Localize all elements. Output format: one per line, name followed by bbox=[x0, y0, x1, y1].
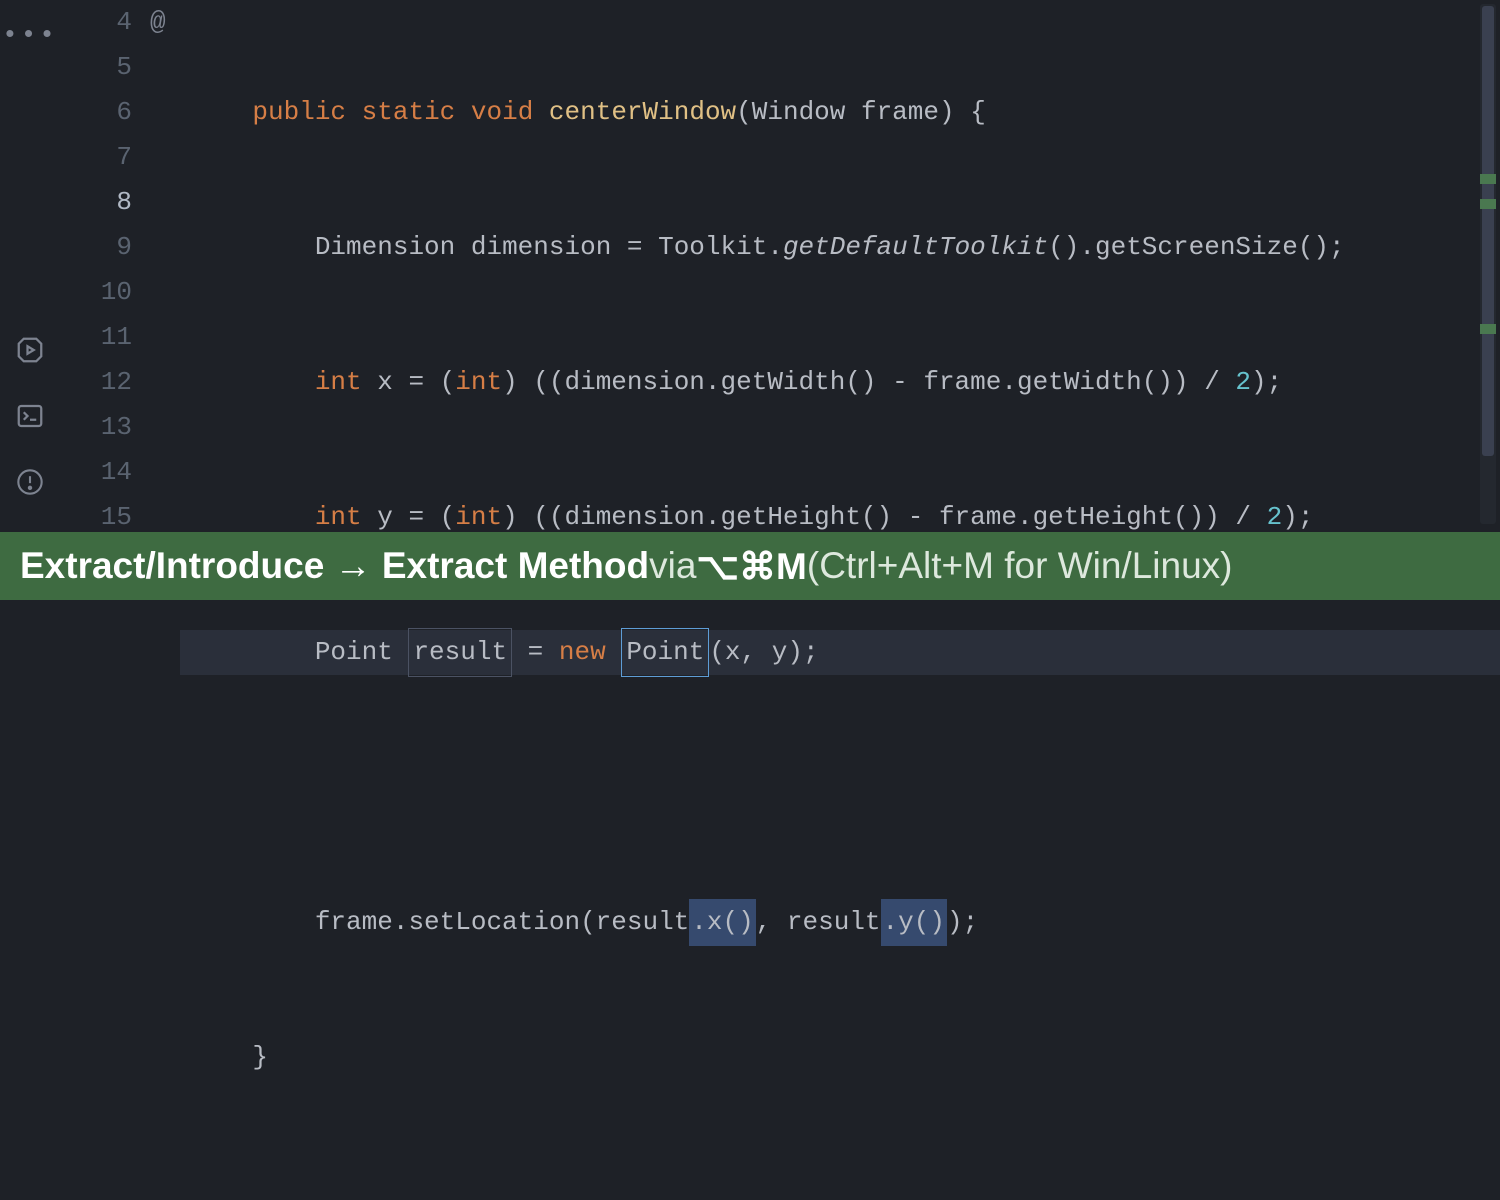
keyword-void: void bbox=[471, 90, 533, 135]
line-number: 11 bbox=[60, 315, 132, 360]
line-number: 9 bbox=[60, 225, 132, 270]
line-number: 6 bbox=[60, 90, 132, 135]
keyword-static: static bbox=[362, 90, 456, 135]
line-number: 14 bbox=[60, 450, 132, 495]
scroll-marker[interactable] bbox=[1480, 174, 1496, 184]
line-number-current: 8 bbox=[60, 180, 132, 225]
line-number: 4 bbox=[60, 0, 132, 45]
code-line[interactable]: public static void centerWindow(Window f… bbox=[180, 90, 1500, 135]
usage-highlight: .x() bbox=[689, 899, 755, 946]
left-gutter: ••• bbox=[0, 0, 60, 530]
code-line-empty[interactable] bbox=[180, 1170, 1500, 1200]
line-number: 5 bbox=[60, 45, 132, 90]
annotations: @ bbox=[150, 0, 180, 530]
line-number: 12 bbox=[60, 360, 132, 405]
line-numbers: 4 5 6 7 8 9 10 11 12 13 14 15 bbox=[60, 0, 150, 530]
code-area[interactable]: public static void centerWindow(Window f… bbox=[180, 0, 1500, 530]
code-line[interactable]: frame.setLocation(result.x(), result.y()… bbox=[180, 900, 1500, 945]
banner-shortcut: ⌥⌘M bbox=[696, 545, 806, 588]
editor-container: ••• 4 5 6 7 8 9 10 11 12 13 14 15 @ publ bbox=[0, 0, 1500, 530]
italic-call: getDefaultToolkit bbox=[783, 225, 1048, 270]
line-number: 10 bbox=[60, 270, 132, 315]
boxed-variable: result bbox=[408, 628, 512, 677]
keyword-public: public bbox=[252, 90, 346, 135]
banner-action: Extract/Introduce → Extract Method bbox=[20, 545, 649, 587]
scrollbar[interactable] bbox=[1480, 4, 1496, 524]
tip-banner: Extract/Introduce → Extract Method via ⌥… bbox=[0, 532, 1500, 600]
boxed-type-cursor: Point bbox=[621, 628, 709, 677]
method-name: centerWindow bbox=[549, 90, 736, 135]
code-line[interactable]: Dimension dimension = Toolkit.getDefault… bbox=[180, 225, 1500, 270]
scroll-marker[interactable] bbox=[1480, 199, 1496, 209]
usage-highlight: .y() bbox=[881, 899, 947, 946]
line-number: 13 bbox=[60, 405, 132, 450]
banner-text: (Ctrl+Alt+M for Win/Linux) bbox=[807, 545, 1233, 587]
code-line[interactable]: int x = (int) ((dimension.getWidth() - f… bbox=[180, 360, 1500, 405]
terminal-icon[interactable] bbox=[12, 398, 48, 434]
banner-text: via bbox=[649, 545, 696, 587]
code-line-current[interactable]: Point result = new Point(x, y); bbox=[180, 630, 1500, 675]
problems-icon[interactable] bbox=[12, 464, 48, 500]
code-line[interactable]: } bbox=[180, 1035, 1500, 1080]
scroll-marker[interactable] bbox=[1480, 324, 1496, 334]
more-icon[interactable]: ••• bbox=[2, 20, 58, 50]
line-number: 7 bbox=[60, 135, 132, 180]
annotation-at: @ bbox=[150, 0, 180, 45]
scroll-thumb[interactable] bbox=[1482, 6, 1494, 456]
code-line-empty[interactable] bbox=[180, 765, 1500, 810]
run-icon[interactable] bbox=[12, 332, 48, 368]
